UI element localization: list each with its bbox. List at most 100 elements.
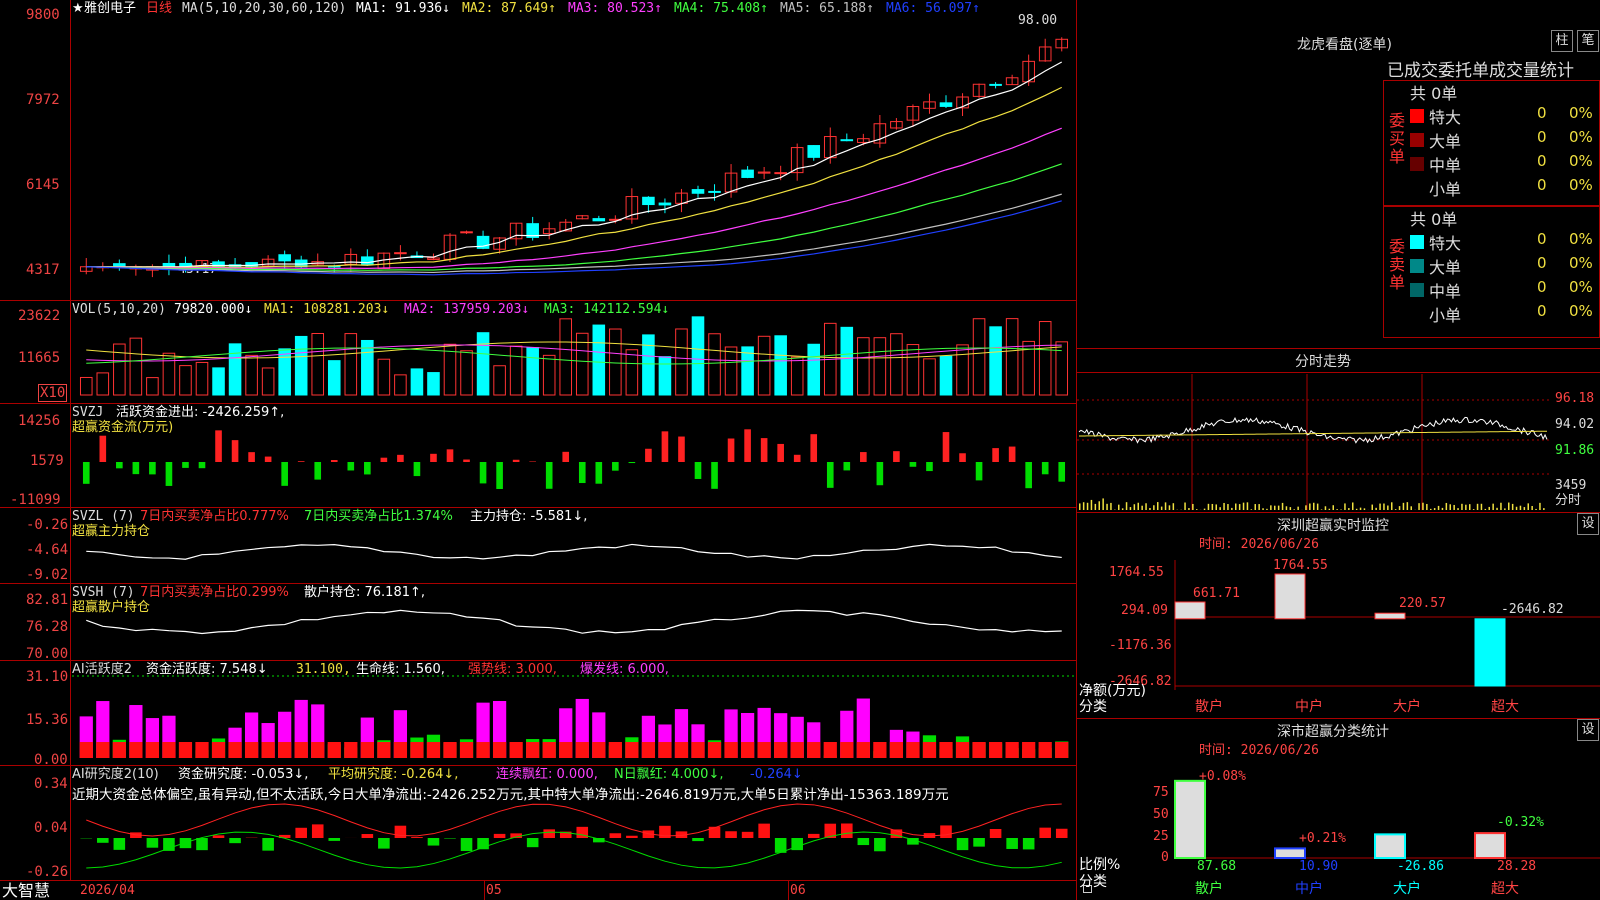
fund-flow-bar [397,454,404,462]
intraday-volume-bar [1379,503,1381,510]
intraday-volume-bar [1355,508,1358,510]
activity-base-bar [559,742,573,758]
intraday-volume-bar [1153,505,1155,510]
intraday-volume-bar [1258,504,1260,510]
intraday-volume-bar [1457,508,1459,510]
classify-bar [1474,832,1506,859]
fund-flow-bar [760,438,768,462]
activity-base-bar [790,742,804,758]
fund-flow-bar [777,443,784,462]
intraday-volume-bar [1238,504,1241,510]
intraday-volume-bar [1242,502,1245,510]
intraday-volume-bar [1492,503,1494,510]
volume-bar [146,377,159,396]
activity-base-bar [244,742,259,758]
intraday-volume-bar [1192,503,1194,510]
research-bar [725,831,737,838]
volume-bar [741,346,754,396]
intraday-volume-bar [1297,506,1299,510]
volume-bar [675,328,688,396]
activity-base-bar [492,742,507,758]
classify-bar [1374,833,1406,860]
volume-bar [294,335,308,396]
fund-flow-bar [215,430,222,462]
volume-bar [642,334,655,396]
main-force-line [86,543,1062,560]
intraday-volume-bar [1141,505,1143,510]
intraday-volume-bar [1332,505,1334,510]
intraday-volume-bar [1149,507,1151,510]
research-bar [444,838,456,839]
activity-base-bar [278,742,292,758]
candle [460,231,473,234]
volume-bar [129,337,143,396]
intraday-volume-bar [1079,503,1081,510]
research-bar [973,838,985,847]
fund-flow-bar [645,448,652,462]
intraday-volume-bar [1223,502,1225,510]
candle [741,169,754,178]
activity-base-bar [509,742,523,758]
activity-base-bar [707,742,722,758]
intraday-volume-bar [1125,502,1128,510]
fund-flow-bar [826,462,834,488]
fund-flow-bar [512,459,520,462]
research-bar [146,838,159,848]
activity-base-bar [955,742,970,758]
research-bar [841,823,853,838]
fund-flow-bar [578,462,586,484]
volume-bar [1005,318,1019,396]
intraday-volume-bar [1285,506,1288,510]
research-bar [940,825,952,838]
fund-flow-bar [942,432,950,462]
volume-bar [542,354,556,396]
fund-flow-bar [529,461,536,462]
volume-bar [807,343,821,396]
classify-bar [1174,779,1206,860]
volume-bar [1055,341,1069,396]
volume-bar [162,352,176,396]
volume-bar [79,376,93,396]
volume-bar [509,345,523,396]
fund-flow-bar [562,451,570,462]
intraday-volume-bar [1316,503,1319,510]
activity-base-bar [344,742,358,758]
fund-flow-bar [496,462,503,489]
activity-base-bar [145,742,160,758]
volume-bar [592,324,606,396]
intraday-volume-bar [1535,508,1537,510]
right-chart-canvas [1077,374,1600,860]
activity-base-bar [939,742,953,758]
research-bar [543,829,555,838]
research-bar [411,837,423,838]
intraday-volume-bar [1098,501,1100,510]
fund-flow-bar [628,462,636,464]
activity-base-bar [112,742,126,758]
intraday-volume-bar [1469,504,1471,510]
fund-flow-bar [727,438,735,462]
fund-flow-bar [132,462,140,475]
activity-base-bar [526,742,540,758]
fund-flow-bar [149,462,156,475]
activity-base-bar [195,742,209,758]
intraday-volume-bar [1527,503,1529,510]
research-bar [229,838,241,844]
fund-flow-bar [116,462,123,469]
intraday-price-line [1078,416,1548,444]
fund-flow-bar [248,452,255,462]
activity-base-bar [625,742,639,758]
fund-flow-bar [694,462,702,479]
volume-bar [923,358,936,396]
main-chart-area[interactable]: ★ 雅创电子 日线 MA(5,10,20,30,60,120) MA1: 91.… [0,0,1092,900]
intraday-avg-line [1078,430,1548,437]
research-bar [113,838,126,850]
activity-base-bar [575,742,589,758]
research-bar [1055,828,1068,838]
intraday-volume-bar [1461,503,1463,510]
volume-bar [609,328,622,396]
candle [642,196,655,206]
research-bar [460,838,473,852]
volume-bar [427,372,440,396]
intraday-volume-bar [1418,503,1420,510]
fund-flow-bar [1058,462,1066,482]
